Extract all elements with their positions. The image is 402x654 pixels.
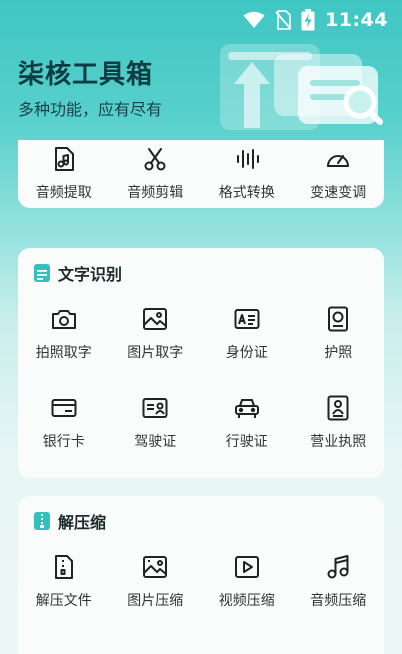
tool-label: 行驶证 [225, 434, 268, 450]
wifi-icon [243, 11, 265, 28]
ocr-header: 文字识别 [34, 262, 122, 284]
zip-icon [34, 512, 50, 530]
app-title: 柒核工具箱 [18, 60, 154, 90]
tool-label: 营业执照 [310, 434, 367, 450]
music-note-icon [325, 554, 351, 580]
tool-label: 视频压缩 [218, 593, 275, 609]
section-title: 解压缩 [58, 513, 107, 532]
hero-banner: 柒核工具箱 多种功能，应有尽有 [0, 40, 402, 140]
image-compress-icon [142, 554, 168, 580]
tool-format-convert[interactable]: 格式转换 [201, 146, 293, 235]
video-compress-icon [234, 554, 260, 580]
tool-label: 解压文件 [35, 593, 92, 609]
tool-driver-license[interactable]: 驾驶证 [110, 395, 202, 484]
tool-photo-ocr[interactable]: 拍照取字 [18, 306, 110, 395]
audio-tools-grid: 音频提取 音频剪辑 格式转换 变速变调 [18, 146, 384, 235]
passport-icon [325, 306, 351, 332]
camera-icon [51, 306, 77, 332]
tool-label: 变速变调 [310, 185, 367, 201]
music-file-icon [51, 146, 77, 172]
tool-label: 音频剪辑 [127, 185, 184, 201]
bank-card-icon [51, 395, 77, 421]
tool-bank-card[interactable]: 银行卡 [18, 395, 110, 484]
tool-label: 图片压缩 [127, 593, 184, 609]
tool-label: 驾驶证 [134, 434, 177, 450]
status-bar: 11:44 [0, 0, 402, 40]
business-license-icon [325, 395, 351, 421]
car-icon [234, 395, 260, 421]
tool-image-ocr[interactable]: 图片取字 [110, 306, 202, 395]
zip-file-icon [51, 554, 77, 580]
tool-speed-pitch[interactable]: 变速变调 [293, 146, 385, 235]
tool-label: 拍照取字 [35, 345, 92, 361]
ocr-grid: 拍照取字 图片取字 身份证 护照 银行卡 驾驶证 行驶证 营业执照 [18, 306, 384, 484]
id-card-icon [234, 306, 260, 332]
status-time: 11:44 [325, 9, 388, 31]
tool-image-compress[interactable]: 图片压缩 [110, 554, 202, 643]
tool-passport[interactable]: 护照 [293, 306, 385, 395]
audio-tools-card: 音频提取 音频剪辑 格式转换 变速变调 [18, 140, 384, 208]
zip-header: 解压缩 [34, 510, 106, 532]
tool-business-license[interactable]: 营业执照 [293, 395, 385, 484]
tool-vehicle-license[interactable]: 行驶证 [201, 395, 293, 484]
tool-audio-compress[interactable]: 音频压缩 [293, 554, 385, 643]
tool-audio-extract[interactable]: 音频提取 [18, 146, 110, 235]
no-sim-icon [275, 10, 291, 30]
tool-label: 音频压缩 [310, 593, 367, 609]
app-subtitle: 多种功能，应有尽有 [18, 100, 163, 119]
zip-card: 解压缩 解压文件 图片压缩 视频压缩 音频压缩 [18, 496, 384, 654]
audio-wave-icon [234, 146, 260, 172]
image-icon [142, 306, 168, 332]
tool-label: 护照 [324, 345, 353, 361]
tool-unzip-file[interactable]: 解压文件 [18, 554, 110, 643]
tool-label: 格式转换 [218, 185, 275, 201]
tool-video-compress[interactable]: 视频压缩 [201, 554, 293, 643]
tool-id-card[interactable]: 身份证 [201, 306, 293, 395]
driver-license-icon [142, 395, 168, 421]
tool-label: 图片取字 [127, 345, 184, 361]
speedometer-icon [325, 146, 351, 172]
scissors-icon [142, 146, 168, 172]
tool-label: 音频提取 [35, 185, 92, 201]
section-title: 文字识别 [58, 265, 123, 284]
tool-label: 身份证 [225, 345, 268, 361]
tool-label: 银行卡 [42, 434, 85, 450]
ocr-card: 文字识别 拍照取字 图片取字 身份证 护照 银行卡 驾驶证 行驶证 营业执照 [18, 248, 384, 478]
zip-grid: 解压文件 图片压缩 视频压缩 音频压缩 [18, 554, 384, 643]
document-icon [34, 264, 50, 282]
documents-illustration-icon [220, 44, 383, 130]
tool-audio-cut[interactable]: 音频剪辑 [110, 146, 202, 235]
battery-charging-icon [301, 9, 315, 31]
